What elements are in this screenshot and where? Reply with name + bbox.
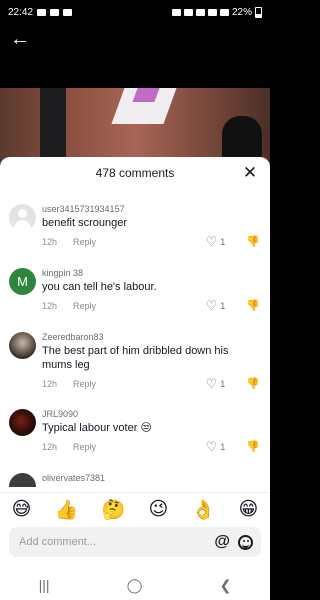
system-navigation-bar: ||| ◯ ❮ — [0, 570, 270, 600]
comments-sheet: 478 comments ✕ user3415731934157 benefit… — [0, 157, 270, 600]
comment-item: user3415731934157 benefit scrounger 12h … — [0, 201, 270, 265]
comment-text: you can tell he's labour. — [42, 281, 157, 293]
recent-apps-button[interactable]: ||| — [39, 577, 50, 593]
like-count: 1 — [220, 379, 226, 389]
add-comment-input[interactable] — [17, 535, 215, 549]
dislike-icon[interactable]: 👎 — [246, 378, 260, 390]
status-time: 22:42 — [8, 6, 34, 18]
beaming-emoji-button[interactable]: 😁 — [239, 498, 259, 521]
comment-time: 12h — [42, 379, 58, 389]
comment-input-box: @ — [9, 527, 261, 557]
ok-hand-emoji-button[interactable]: 👌 — [192, 498, 216, 522]
mute-icon — [195, 8, 205, 16]
winking-emoji-button[interactable]: 😉 — [149, 498, 169, 521]
comment-username[interactable]: olivervates7381 — [42, 470, 260, 484]
close-icon[interactable]: ✕ — [240, 163, 260, 183]
default-avatar[interactable] — [9, 204, 36, 231]
comment-item: Zeeredbaron83 The best part of him dribb… — [0, 329, 270, 406]
dislike-icon[interactable]: 👎 — [246, 300, 260, 312]
reply-button[interactable]: Reply — [73, 379, 96, 389]
alarm-icon — [171, 8, 181, 16]
check-notification-icon — [63, 8, 73, 16]
settings-notification-icon — [50, 8, 60, 16]
heart-icon[interactable]: ♡ — [206, 377, 218, 390]
comment-username[interactable]: user3415731934157 — [42, 201, 260, 215]
comment-text: The best part of him dribbled down his m… — [42, 345, 229, 371]
comment-meta: 12h Reply ♡ 1 👎 — [42, 377, 260, 390]
like-count: 1 — [220, 301, 226, 311]
quick-emoji-bar: 😅 👍 🤔 😉 👌 😁 — [0, 492, 270, 522]
video-background — [0, 88, 270, 168]
comment-time: 12h — [42, 442, 58, 452]
thinking-emoji-button[interactable]: 🤔 — [102, 498, 126, 522]
comment-item: olivervates7381 — [0, 470, 270, 487]
wifi-icon — [207, 8, 217, 16]
comment-text: benefit scrounger — [42, 217, 127, 229]
nfc-icon — [183, 8, 193, 16]
signal-icon — [219, 8, 229, 16]
comments-list[interactable]: user3415731934157 benefit scrounger 12h … — [0, 201, 270, 487]
heart-icon[interactable]: ♡ — [206, 440, 218, 453]
reply-button[interactable]: Reply — [73, 301, 96, 311]
reply-button[interactable]: Reply — [73, 237, 96, 247]
comments-header: 478 comments ✕ — [0, 157, 270, 189]
comment-username[interactable]: Zeeredbaron83 — [42, 329, 260, 343]
grinning-sweat-emoji-button[interactable]: 😅 — [12, 498, 32, 521]
comment-meta: 12h Reply ♡ 1 👎 — [42, 299, 260, 312]
back-arrow-icon[interactable]: ← — [10, 28, 36, 50]
photo-avatar[interactable] — [9, 409, 36, 436]
system-back-button[interactable]: ❮ — [220, 577, 232, 594]
heart-icon[interactable]: ♡ — [206, 235, 218, 248]
comment-meta: 12h Reply ♡ 1 👎 — [42, 235, 260, 248]
comment-item: M kingpin 38 you can tell he's labour. 1… — [0, 265, 270, 329]
status-bar: 22:42 22% — [0, 0, 270, 24]
home-button[interactable]: ◯ — [127, 577, 143, 594]
letter-avatar[interactable]: M — [9, 268, 36, 295]
like-count: 1 — [220, 237, 226, 247]
reply-button[interactable]: Reply — [73, 442, 96, 452]
battery-icon — [255, 6, 262, 18]
comment-time: 12h — [42, 301, 58, 311]
dislike-icon[interactable]: 👎 — [246, 441, 260, 453]
comment-meta: 12h Reply ♡ 1 👎 — [42, 440, 260, 453]
comment-username[interactable]: kingpin 38 — [42, 265, 260, 279]
like-count: 1 — [220, 442, 226, 452]
emoji-picker-icon[interactable] — [238, 534, 253, 550]
comment-item: JRL9090 Typical labour voter 😒 12h Reply… — [0, 406, 270, 470]
battery-percent: 22% — [231, 6, 252, 18]
notification-icon — [37, 8, 47, 16]
thumbs-up-emoji-button[interactable]: 👍 — [55, 498, 79, 522]
photo-avatar[interactable] — [9, 473, 36, 487]
comment-text: Typical labour voter 😒 — [42, 422, 152, 434]
comments-count-title: 478 comments — [95, 166, 175, 180]
photo-avatar[interactable] — [9, 332, 36, 359]
comment-time: 12h — [42, 237, 58, 247]
comment-username[interactable]: JRL9090 — [42, 406, 260, 420]
dislike-icon[interactable]: 👎 — [246, 236, 260, 248]
heart-icon[interactable]: ♡ — [206, 299, 218, 312]
mention-button[interactable]: @ — [214, 533, 230, 551]
video-post-shape — [40, 88, 66, 168]
